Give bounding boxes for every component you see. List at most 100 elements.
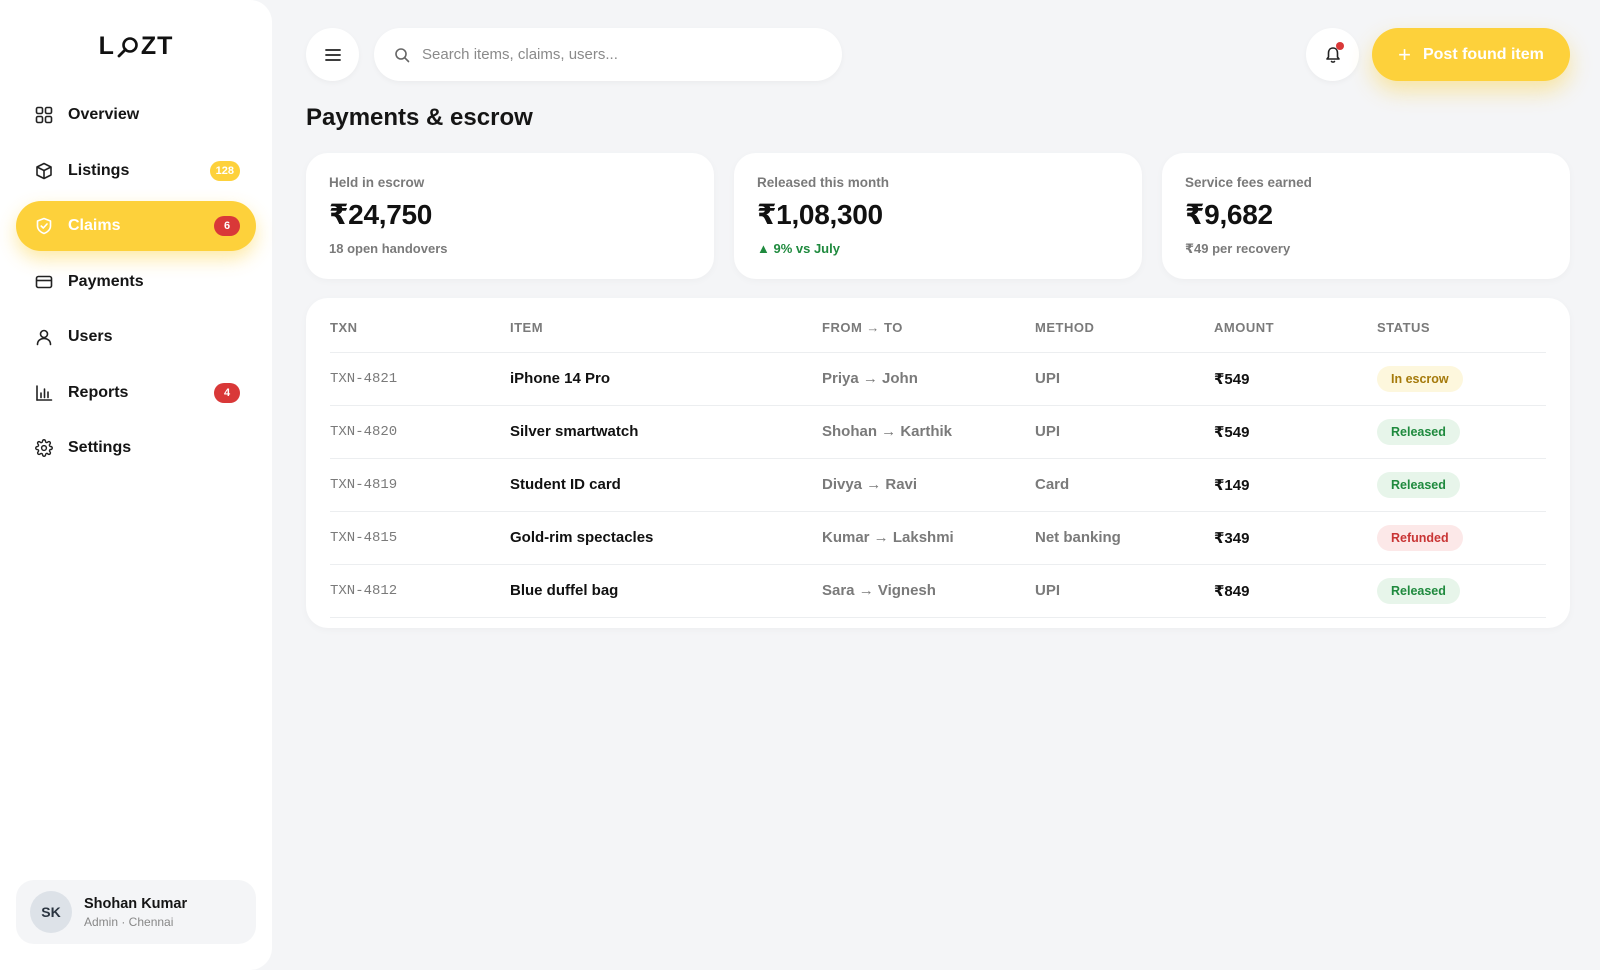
payment-method: Net banking — [1035, 511, 1214, 565]
stat-value: ₹1,08,300 — [757, 199, 883, 230]
sidebar-item-label: Reports — [68, 383, 129, 401]
post-found-item-button[interactable]: + Post found item — [1372, 28, 1570, 81]
stat-subtext: ₹49 per recovery — [1185, 241, 1291, 256]
status-badge: Released — [1377, 418, 1460, 445]
amount: ₹849 — [1214, 564, 1377, 618]
column-header-amount[interactable]: AMOUNT — [1214, 298, 1377, 353]
table-header-row: TXN ITEM FROM → TO METHOD AMOUNT STATUS — [330, 298, 1546, 353]
stat-label: Released this month — [757, 175, 890, 190]
top-bar: + Post found item — [306, 28, 1570, 82]
stat-trend: ▲ 9% vs July — [757, 241, 840, 256]
notification-dot — [1336, 42, 1344, 50]
status-cell: Released — [1377, 405, 1546, 459]
stat-card-fees: Service fees earned ₹9,682 ₹49 per recov… — [1162, 153, 1570, 279]
user-icon — [34, 327, 54, 347]
page-title: Payments & escrow — [306, 104, 533, 131]
status-cell: Released — [1377, 458, 1546, 512]
avatar: SK — [30, 891, 72, 933]
search-icon — [395, 47, 410, 62]
payment-method: UPI — [1035, 564, 1214, 618]
item-name: Blue duffel bag — [510, 564, 822, 618]
sidebar-item-label: Listings — [68, 161, 130, 179]
sidebar-item-label: Settings — [68, 439, 132, 456]
shield-icon — [34, 216, 54, 236]
sidebar-item-overview[interactable]: Overview — [16, 90, 256, 140]
brand-logo-right: ZT — [140, 32, 174, 60]
txn-id: TXN-4815 — [330, 511, 510, 565]
from-to: Priya → John — [822, 352, 1035, 406]
reports-count-badge: 4 — [214, 382, 240, 403]
amount: ₹349 — [1214, 511, 1377, 565]
sidebar-item-label: Users — [68, 328, 113, 345]
search-bar — [374, 28, 842, 81]
bar-chart-icon — [34, 383, 54, 403]
magnifier-logo-icon — [117, 36, 138, 57]
sidebar-item-label: Claims — [68, 217, 121, 234]
hamburger-icon — [324, 48, 341, 61]
amount: ₹549 — [1214, 352, 1377, 406]
status-cell: In escrow — [1377, 352, 1546, 406]
brand-logo-left: L — [98, 32, 115, 60]
item-name: Gold-rim spectacles — [510, 511, 822, 565]
plus-icon: + — [1398, 41, 1411, 67]
sidebar-item-claims[interactable]: Claims 6 — [16, 201, 256, 251]
stat-subtext: 18 open handovers — [329, 241, 448, 256]
amount: ₹149 — [1214, 458, 1377, 512]
column-header-from-to[interactable]: FROM → TO — [822, 298, 1035, 353]
sidebar: L ZT Overview Listings 128 Claims 6 Paym… — [0, 0, 272, 970]
sidebar-item-users[interactable]: Users — [16, 312, 256, 362]
table-row[interactable]: TXN-4812 Blue duffel bag Sara → Vignesh … — [330, 564, 1546, 618]
column-header-txn[interactable]: TXN — [330, 298, 510, 353]
sidebar-item-settings[interactable]: Settings — [16, 423, 256, 473]
table-row[interactable]: TXN-4820 Silver smartwatch Shohan → Kart… — [330, 405, 1546, 459]
transactions-table: TXN ITEM FROM → TO METHOD AMOUNT STATUS … — [330, 298, 1546, 618]
brand-logo[interactable]: L ZT — [0, 32, 272, 61]
menu-button[interactable] — [306, 28, 359, 81]
txn-id: TXN-4819 — [330, 458, 510, 512]
stat-value: ₹9,682 — [1185, 199, 1273, 230]
stat-card-escrow: Held in escrow ₹24,750 18 open handovers — [306, 153, 714, 279]
stat-card-released: Released this month ₹1,08,300 ▲ 9% vs Ju… — [734, 153, 1142, 279]
status-cell: Refunded — [1377, 511, 1546, 565]
table-row[interactable]: TXN-4815 Gold-rim spectacles Kumar → Lak… — [330, 511, 1546, 565]
from-to: Kumar → Lakshmi — [822, 511, 1035, 565]
sidebar-item-reports[interactable]: Reports 4 — [16, 368, 256, 418]
table-row[interactable]: TXN-4821 iPhone 14 Pro Priya → John UPI … — [330, 352, 1546, 406]
from-to: Divya → Ravi — [822, 458, 1035, 512]
payment-method: UPI — [1035, 352, 1214, 406]
payment-method: UPI — [1035, 405, 1214, 459]
user-role: Admin · Chennai — [84, 914, 174, 929]
txn-id: TXN-4821 — [330, 352, 510, 406]
user-profile-card[interactable]: SK Shohan Kumar Admin · Chennai — [16, 880, 256, 944]
sidebar-nav: Overview Listings 128 Claims 6 Payments … — [16, 90, 256, 479]
txn-id: TXN-4820 — [330, 405, 510, 459]
status-badge: Released — [1377, 471, 1460, 498]
status-badge: Refunded — [1377, 524, 1463, 551]
column-header-method[interactable]: METHOD — [1035, 298, 1214, 353]
notifications-button[interactable] — [1306, 28, 1359, 81]
from-to: Shohan → Karthik — [822, 405, 1035, 459]
listings-count-badge: 128 — [209, 160, 240, 181]
user-name: Shohan Kumar — [84, 895, 188, 912]
item-name: iPhone 14 Pro — [510, 352, 822, 406]
search-input[interactable] — [422, 46, 802, 63]
gear-icon — [34, 438, 54, 458]
item-name: Student ID card — [510, 458, 822, 512]
status-cell: Released — [1377, 564, 1546, 618]
grid-icon — [34, 105, 54, 125]
stat-label: Held in escrow — [329, 175, 425, 190]
transactions-table-card: TXN ITEM FROM → TO METHOD AMOUNT STATUS … — [306, 298, 1570, 628]
card-icon — [34, 272, 54, 292]
sidebar-item-payments[interactable]: Payments — [16, 257, 256, 307]
sidebar-item-label: Payments — [68, 272, 144, 290]
column-header-status[interactable]: STATUS — [1377, 298, 1546, 353]
txn-id: TXN-4812 — [330, 564, 510, 618]
from-to: Sara → Vignesh — [822, 564, 1035, 618]
sidebar-item-listings[interactable]: Listings 128 — [16, 146, 256, 196]
table-row[interactable]: TXN-4819 Student ID card Divya → Ravi Ca… — [330, 458, 1546, 512]
payment-method: Card — [1035, 458, 1214, 512]
stat-value: ₹24,750 — [329, 199, 433, 230]
claims-count-badge: 6 — [214, 216, 240, 236]
column-header-item[interactable]: ITEM — [510, 298, 822, 353]
post-found-item-label: Post found item — [1422, 45, 1544, 63]
